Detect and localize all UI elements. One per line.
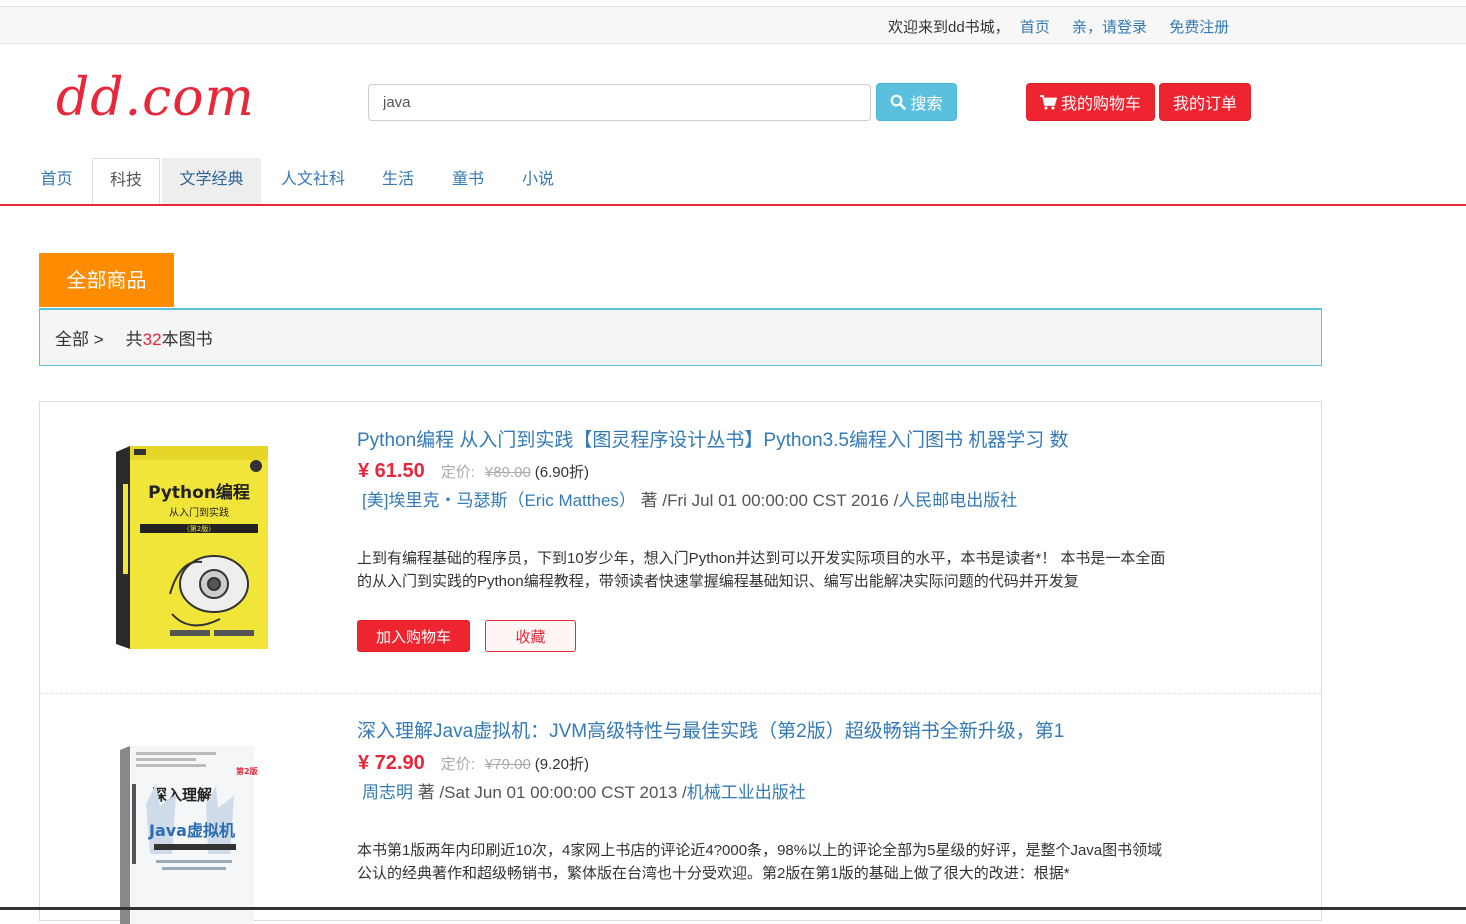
svg-text:Python编程: Python编程 [148, 482, 250, 503]
book-meta: 周志明 著 /Sat Jun 01 00:00:00 CST 2013 /机械工… [362, 778, 806, 803]
svg-text:深入理解: 深入理解 [152, 786, 212, 804]
book-cover-image[interactable]: 第2版 深入理解 Java虚拟机 [116, 744, 258, 924]
register-link[interactable]: 免费注册 [1169, 19, 1229, 36]
breadcrumb: 全部 > 共32本图书 [39, 308, 1322, 366]
top-bar: 欢迎来到dd书城， 首页 亲，请登录 免费注册 [0, 6, 1466, 44]
tab-literature-classics[interactable]: 文学经典 [162, 158, 261, 204]
book-list: Python编程 从入门到实践 （第2版） Python编程 从入门到实践【图灵… [39, 401, 1322, 924]
welcome-text: 欢迎来到dd书城， [888, 19, 1010, 36]
price-line: ¥ 61.50 定价: ¥89.00 (6.90折) [358, 460, 589, 483]
svg-text:（第2版）: （第2版） [183, 524, 215, 533]
book-count: 共32本图书 [125, 330, 213, 349]
sale-price: ¥ 61.50 [358, 460, 425, 482]
svg-text:第2版: 第2版 [236, 766, 258, 776]
favorite-button[interactable]: 收藏 [485, 620, 576, 652]
search-icon [891, 94, 907, 110]
tab-humanities[interactable]: 人文社科 [268, 158, 358, 204]
publisher-link[interactable]: 人民邮电出版社 [898, 491, 1017, 510]
list-item: Python编程 从入门到实践 （第2版） Python编程 从入门到实践【图灵… [40, 402, 1321, 694]
tab-childrens-books[interactable]: 童书 [438, 158, 498, 204]
login-link[interactable]: 亲，请登录 [1072, 19, 1147, 36]
my-cart-label: 我的购物车 [1060, 96, 1141, 113]
svg-text:从入门到实践: 从入门到实践 [169, 506, 229, 519]
search-input[interactable] [368, 84, 871, 121]
book-title-link[interactable]: Python编程 从入门到实践【图灵程序设计丛书】Python3.5编程入门图书… [357, 425, 1069, 452]
top-bar-links: 欢迎来到dd书城， 首页 亲，请登录 免费注册 [888, 16, 1247, 37]
cart-icon [1039, 94, 1057, 109]
list-price: ¥79.00 [484, 756, 531, 773]
list-price-label: 定价: [440, 756, 475, 773]
book-description: 上到有编程基础的程序员，下到10岁少年，想入门Python并达到可以开发实际项目… [357, 550, 1166, 590]
my-cart-button[interactable]: 我的购物车 [1026, 83, 1155, 121]
list-price-label: 定价: [440, 464, 475, 481]
discount: (6.90折) [534, 464, 589, 481]
breadcrumb-all[interactable]: 全部 > [55, 325, 104, 350]
author-link[interactable]: 周志明 [362, 783, 413, 802]
my-orders-button[interactable]: 我的订单 [1159, 83, 1251, 121]
top-home-link[interactable]: 首页 [1020, 19, 1050, 36]
pub-date: 著 /Sat Jun 01 00:00:00 CST 2013 / [413, 783, 687, 802]
tab-technology[interactable]: 科技 [92, 158, 160, 204]
list-item: 第2版 深入理解 Java虚拟机 深入理解Java虚拟机：JVM高级特性与最佳实… [40, 694, 1321, 924]
discount: (9.20折) [534, 756, 589, 773]
sale-price: ¥ 72.90 [358, 752, 425, 774]
add-to-cart-button[interactable]: 加入购物车 [357, 620, 470, 652]
book-description: 本书第1版两年内印刷近10次，4家网上书店的评论近4?000条，98%以上的评论… [357, 842, 1163, 882]
tab-novels[interactable]: 小说 [508, 158, 568, 204]
svg-text:Java虚拟机: Java虚拟机 [148, 821, 235, 840]
site-logo[interactable]: dd.com [56, 68, 255, 128]
category-nav: 首页 科技 文学经典 人文社科 生活 童书 小说 [0, 158, 1466, 206]
list-price: ¥89.00 [484, 464, 531, 481]
pub-date: 著 /Fri Jul 01 00:00:00 CST 2016 / [635, 491, 899, 510]
book-cover-image[interactable]: Python编程 从入门到实践 （第2版） [110, 444, 272, 654]
price-line: ¥ 72.90 定价: ¥79.00 (9.20折) [358, 752, 589, 775]
book-title-link[interactable]: 深入理解Java虚拟机：JVM高级特性与最佳实践（第2版）超级畅销书全新升级，第… [357, 716, 1064, 743]
all-goods-header: 全部商品 [39, 253, 174, 307]
tab-home[interactable]: 首页 [28, 158, 85, 204]
author-link[interactable]: [美]埃里克・马瑟斯（Eric Matthes） [362, 491, 636, 510]
publisher-link[interactable]: 机械工业出版社 [687, 783, 806, 802]
tab-life[interactable]: 生活 [368, 158, 428, 204]
my-orders-label: 我的订单 [1172, 96, 1237, 113]
search-button-label: 搜索 [910, 96, 943, 113]
search-button[interactable]: 搜索 [876, 83, 957, 121]
book-meta: [美]埃里克・马瑟斯（Eric Matthes） 著 /Fri Jul 01 0… [362, 486, 1017, 511]
